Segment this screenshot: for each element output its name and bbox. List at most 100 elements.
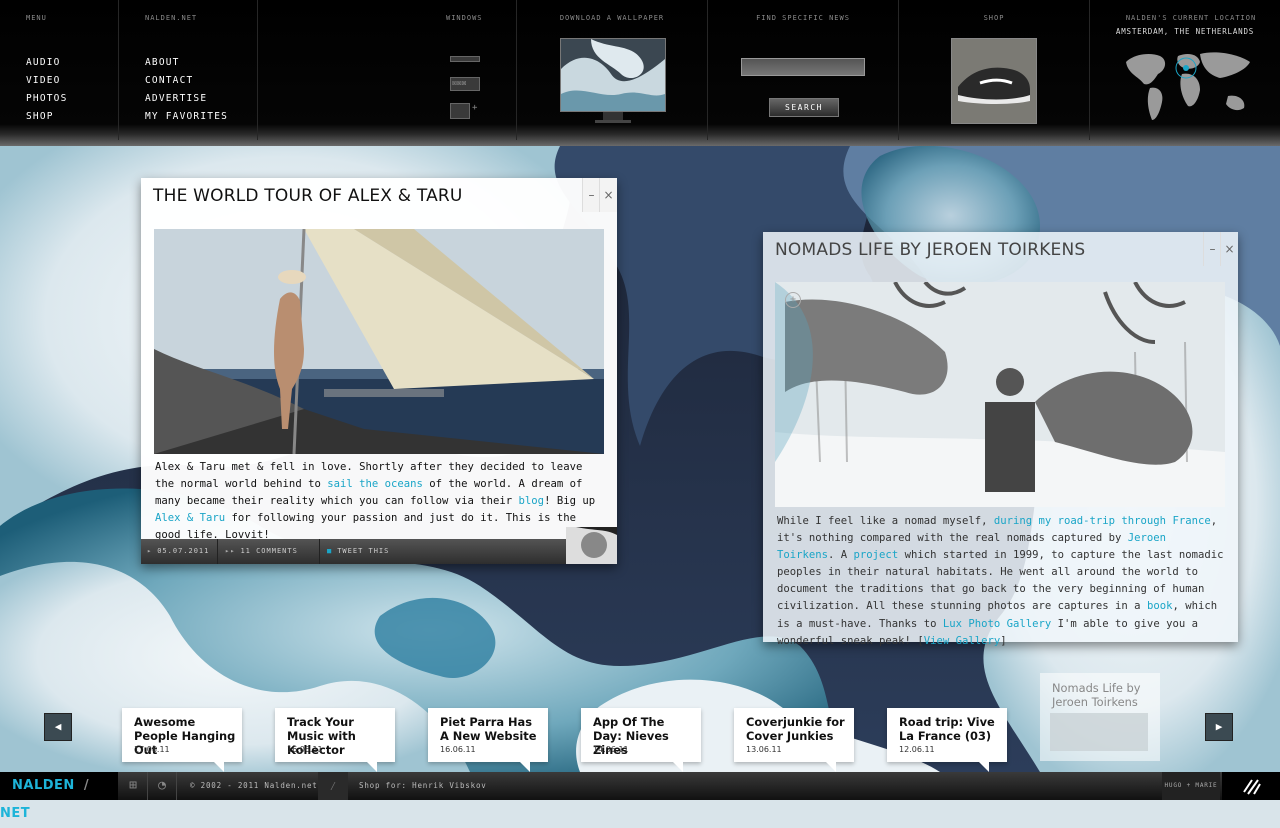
close-button[interactable]: × <box>1220 232 1238 266</box>
site-logo[interactable]: NALDEN / NET <box>0 772 118 821</box>
copyright-text: © 2002 - 2011 Nalden.net <box>190 781 318 790</box>
shop-column: SHOP <box>899 0 1090 140</box>
menu-audio-link[interactable]: AUDIO <box>26 54 68 72</box>
close-all-icon: ☒☒☒ <box>452 78 467 87</box>
sponsor-logo[interactable]: HUGO + MARIE <box>1162 772 1220 800</box>
slash-divider-icon: ⁄ <box>318 772 348 800</box>
add-window-icon[interactable]: + <box>472 103 477 113</box>
post-tile[interactable]: App Of The Day: Nieves Zines 14.06.11 <box>581 708 701 772</box>
sailing-photo <box>154 229 604 454</box>
tile-date: 16.06.11 <box>287 745 323 754</box>
minimize-button[interactable]: – <box>1203 232 1221 266</box>
bottom-bar: NALDEN / NET ⊞ ◔ © 2002 - 2011 Nalden.ne… <box>0 772 1280 821</box>
contact-link[interactable]: CONTACT <box>145 72 228 90</box>
tile-thumbnail <box>1050 713 1148 751</box>
post-window-world-tour[interactable]: THE WORLD TOUR OF ALEX & TARU – × Alex &… <box>141 178 617 564</box>
menu-heading: MENU <box>26 14 47 22</box>
location-heading: NALDEN'S CURRENT LOCATION <box>1125 14 1257 22</box>
alex-taru-link[interactable]: Alex & Taru <box>155 512 225 524</box>
post-body: Alex & Taru met & fell in love. Shortly … <box>155 459 607 544</box>
menu-column: MENU AUDIO VIDEO PHOTOS SHOP <box>0 0 119 140</box>
body-text: ] <box>1000 634 1007 647</box>
monitor-stand <box>603 112 623 120</box>
news-search-heading: FIND SPECIFIC NEWS <box>756 14 850 22</box>
logo-separator: / <box>83 778 90 793</box>
windows-column: WINDOWS ☒☒☒ + <box>258 0 517 140</box>
book-link[interactable]: book <box>1147 600 1173 612</box>
body-text: . A <box>828 549 854 562</box>
about-link[interactable]: ABOUT <box>145 54 228 72</box>
post-body: While I feel like a nomad myself, during… <box>777 513 1227 650</box>
tile-date: 16.06.11 <box>440 745 476 754</box>
news-search-input[interactable] <box>741 58 865 76</box>
double-arrow-icon: ▸▸ <box>225 547 236 555</box>
tweet-label: TWEET THIS <box>337 547 390 555</box>
body-text: While I feel like a nomad myself, <box>777 515 994 527</box>
author-avatar[interactable] <box>566 527 617 564</box>
post-window-nomads-life[interactable]: NOMADS LIFE BY JEROEN TOIRKENS – × + Whi… <box>763 232 1238 647</box>
windows-heading: WINDOWS <box>446 14 483 22</box>
shop-for-text[interactable]: Shop for: Henrik Vibskov <box>359 772 487 800</box>
post-title: NOMADS LIFE BY JEROEN TOIRKENS <box>775 240 1086 260</box>
site-menu: ABOUT CONTACT ADVERTISE MY FAVORITES <box>145 54 228 126</box>
wallpaper-heading: DOWNLOAD A WALLPAPER <box>559 14 665 22</box>
previous-posts-button[interactable]: ◀ <box>44 713 72 741</box>
twitter-icon: ■ <box>327 547 333 555</box>
location-place: AMSTERDAM, THE NETHERLANDS <box>1115 27 1255 36</box>
post-tile[interactable]: Awesome People Hanging Out 17.06.11 <box>122 708 242 772</box>
world-map-icon[interactable] <box>1120 46 1256 126</box>
windows-stack-icon[interactable] <box>450 56 480 62</box>
post-tile[interactable]: Track Your Music with Kollector 16.06.11 <box>275 708 395 772</box>
minimize-button[interactable]: – <box>582 178 600 212</box>
my-favorites-link[interactable]: MY FAVORITES <box>145 108 228 126</box>
windows-tile-icon[interactable]: ☒☒☒ <box>450 77 480 91</box>
nomads-photo: + <box>775 282 1225 507</box>
post-tile[interactable]: Road trip: Vive La France (03) 12.06.11 <box>887 708 1007 772</box>
tile-title: Coverjunkie for Cover Junkies <box>746 715 845 743</box>
location-column: NALDEN'S CURRENT LOCATION AMSTERDAM, THE… <box>1090 0 1280 140</box>
search-button[interactable]: SEARCH <box>769 98 839 117</box>
main-menu: AUDIO VIDEO PHOTOS SHOP <box>26 54 68 126</box>
post-tile-active[interactable]: Nomads Life by Jeroen Toirkens <box>1040 673 1160 761</box>
post-tile[interactable]: Coverjunkie for Cover Junkies 13.06.11 <box>734 708 854 772</box>
road-trip-link[interactable]: during my road-trip through France <box>994 515 1211 527</box>
shop-product-thumbnail[interactable] <box>951 38 1037 124</box>
settings-icon[interactable] <box>1222 772 1280 800</box>
arrow-right-icon: ▸ <box>147 547 153 555</box>
project-link[interactable]: project <box>854 549 899 561</box>
wallpaper-column: DOWNLOAD A WALLPAPER <box>517 0 708 140</box>
news-search-column: FIND SPECIFIC NEWS SEARCH <box>708 0 899 140</box>
footer-divider <box>319 539 320 564</box>
tile-date: 13.06.11 <box>746 745 782 754</box>
close-button[interactable]: × <box>599 178 617 212</box>
footer-divider <box>217 539 218 564</box>
advertise-link[interactable]: ADVERTISE <box>145 90 228 108</box>
windows-minimize-icon[interactable] <box>450 103 470 119</box>
monitor-base <box>595 120 631 123</box>
add-icon[interactable]: + <box>785 292 801 308</box>
sail-the-oceans-link[interactable]: sail the oceans <box>327 478 423 490</box>
shop-heading: SHOP <box>983 14 1005 22</box>
post-tile[interactable]: Piet Parra Has A New Website 16.06.11 <box>428 708 548 772</box>
logo-net: NET <box>0 806 31 821</box>
tile-title: Nomads Life by Jeroen Toirkens <box>1052 681 1141 709</box>
menu-photos-link[interactable]: PHOTOS <box>26 90 68 108</box>
comments-link[interactable]: ▸▸ 11 COMMENTS <box>225 539 298 564</box>
add-widget-icon[interactable]: ⊞ <box>119 772 148 800</box>
tile-title: Piet Parra Has A New Website <box>440 715 537 743</box>
blog-link[interactable]: blog <box>519 495 545 507</box>
post-footer: ▸ 05.07.2011 ▸▸ 11 COMMENTS ■ TWEET THIS <box>141 527 617 564</box>
next-posts-button[interactable]: ▶ <box>1205 713 1233 741</box>
body-text: ! Big up <box>544 495 596 507</box>
post-date-text: 05.07.2011 <box>157 547 210 555</box>
tile-date: 17.06.11 <box>134 745 170 754</box>
lux-photo-gallery-link[interactable]: Lux Photo Gallery <box>943 618 1051 630</box>
menu-shop-link[interactable]: SHOP <box>26 108 68 126</box>
top-bar: MENU AUDIO VIDEO PHOTOS SHOP NALDEN.NET … <box>0 0 1280 146</box>
tile-title: Road trip: Vive La France (03) <box>899 715 995 743</box>
menu-video-link[interactable]: VIDEO <box>26 72 68 90</box>
tweet-this-link[interactable]: ■ TWEET THIS <box>327 539 389 564</box>
wallpaper-monitor-thumbnail[interactable] <box>560 38 666 112</box>
rss-icon[interactable]: ◔ <box>148 772 177 800</box>
view-gallery-link[interactable]: View Gallery <box>924 635 1001 647</box>
